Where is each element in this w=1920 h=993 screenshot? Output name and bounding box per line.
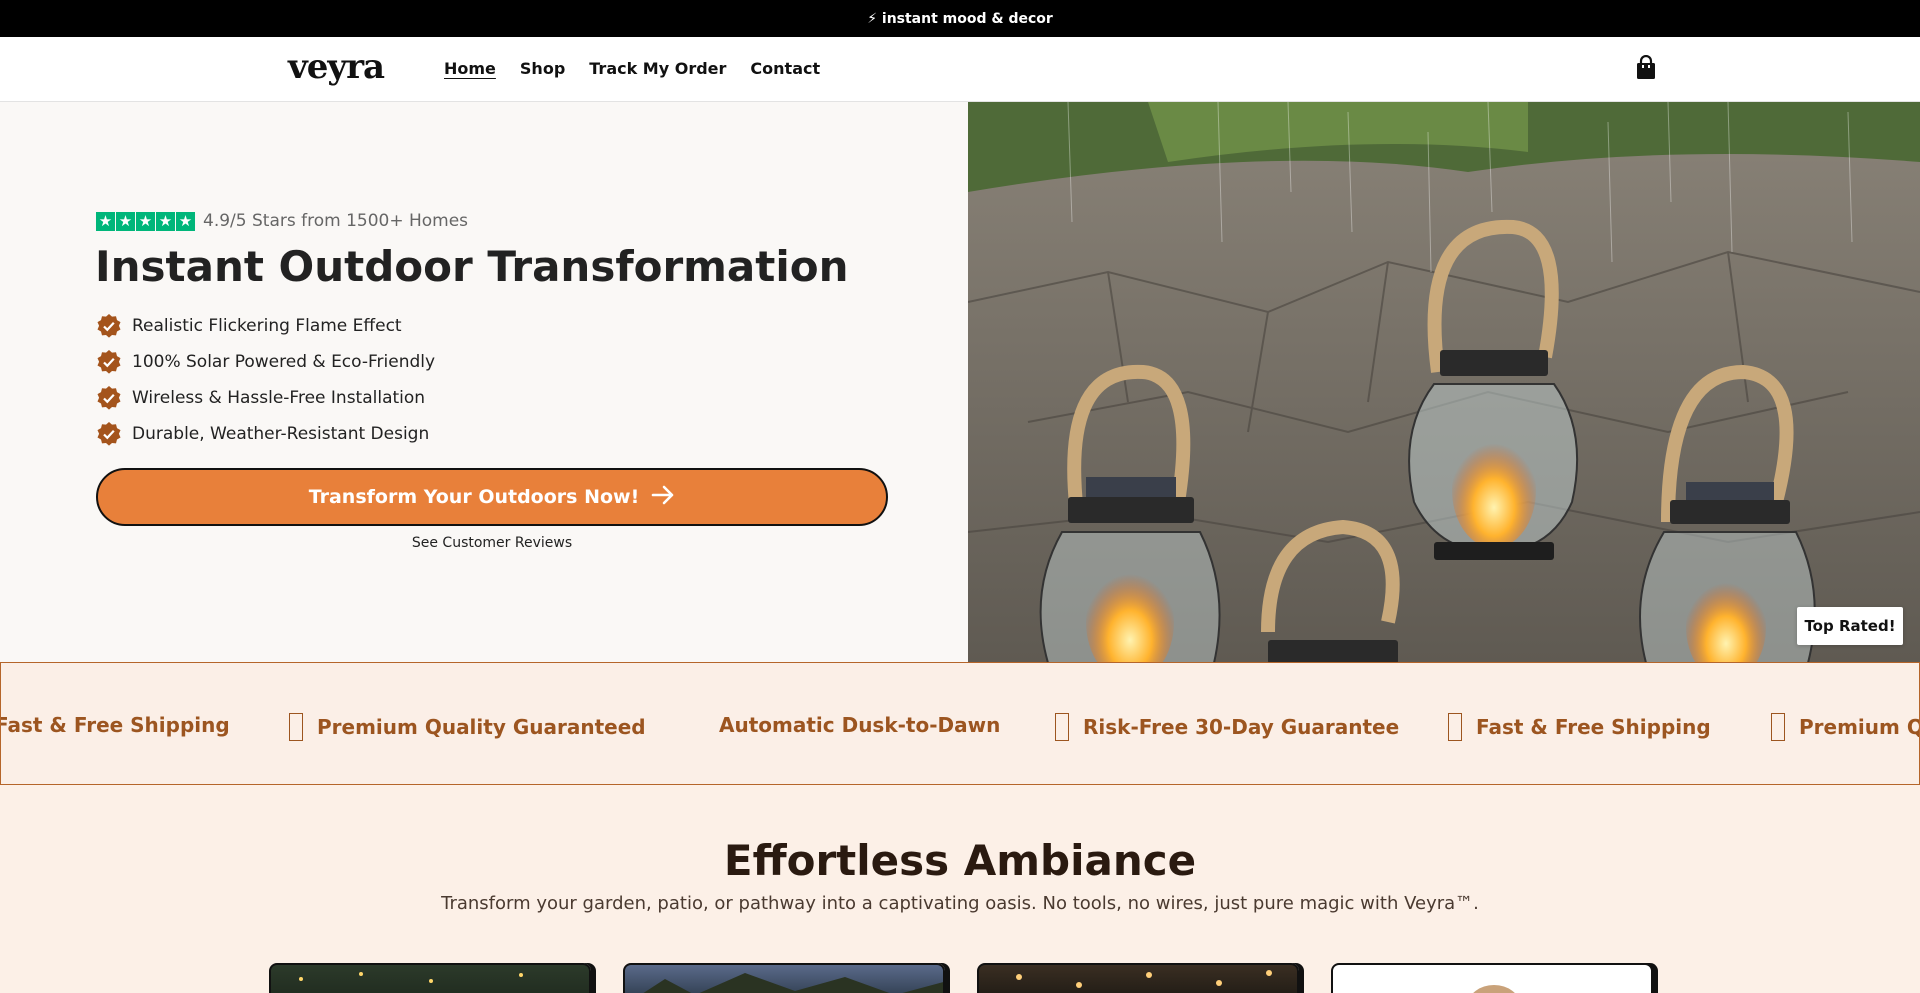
verified-check-icon bbox=[96, 385, 122, 411]
logo[interactable]: veyra bbox=[288, 47, 385, 87]
hourglass-icon bbox=[1055, 713, 1069, 741]
hourglass-icon bbox=[1771, 713, 1785, 741]
announcement-text: ⚡ instant mood & decor bbox=[867, 10, 1053, 27]
transform-outdoors-button[interactable]: Transform Your Outdoors Now! bbox=[96, 468, 888, 526]
ticker-text: Risk-Free 30-Day Guarantee bbox=[1083, 715, 1400, 739]
hourglass-icon bbox=[289, 713, 303, 741]
star-icon: ★ bbox=[176, 211, 195, 231]
verified-check-icon bbox=[96, 421, 122, 447]
star-icon: ★ bbox=[156, 211, 175, 231]
hourglass-icon bbox=[1448, 713, 1462, 741]
feature-item: Wireless & Hassle-Free Installation bbox=[96, 380, 435, 416]
rating-row: ★ ★ ★ ★ ★ 4.9/5 Stars from 1500+ Homes bbox=[96, 211, 468, 231]
ambiance-section bbox=[0, 785, 1920, 993]
verified-check-icon bbox=[96, 349, 122, 375]
see-reviews-link[interactable]: See Customer Reviews bbox=[96, 535, 888, 551]
benefits-ticker: Fast & Free Shipping Premium Quality Gua… bbox=[0, 662, 1920, 785]
star-icon: ★ bbox=[116, 211, 135, 231]
ambiance-card[interactable] bbox=[623, 963, 945, 993]
nav-contact[interactable]: Contact bbox=[750, 59, 820, 78]
ticker-item: Risk-Free 30-Day Guarantee bbox=[1055, 713, 1399, 741]
ambiance-card[interactable] bbox=[1331, 963, 1653, 993]
ticker-text: Automatic Dusk-to-Dawn bbox=[719, 713, 1001, 737]
hero-content: ★ ★ ★ ★ ★ 4.9/5 Stars from 1500+ Homes I… bbox=[0, 102, 968, 663]
ticker-text: Premium Qu bbox=[1799, 715, 1919, 739]
ticker-item: Automatic Dusk-to-Dawn bbox=[719, 713, 1000, 737]
feature-list: Realistic Flickering Flame Effect 100% S… bbox=[96, 308, 435, 452]
announcement-bar: ⚡ instant mood & decor bbox=[0, 0, 1920, 37]
ticker-item: Fast & Free Shipping bbox=[1448, 713, 1711, 741]
ambiance-card[interactable] bbox=[269, 963, 591, 993]
hero-title: Instant Outdoor Transformation bbox=[95, 242, 849, 291]
top-rated-badge: Top Rated! bbox=[1797, 607, 1903, 645]
ticker-item: Premium Quality Guaranteed bbox=[289, 713, 646, 741]
feature-item: 100% Solar Powered & Eco-Friendly bbox=[96, 344, 435, 380]
feature-text: Realistic Flickering Flame Effect bbox=[132, 316, 402, 336]
star-icon: ★ bbox=[96, 211, 115, 231]
feature-text: 100% Solar Powered & Eco-Friendly bbox=[132, 352, 436, 372]
ticker-text: Fast & Free Shipping bbox=[0, 713, 230, 737]
rating-text: 4.9/5 Stars from 1500+ Homes bbox=[203, 211, 469, 231]
feature-text: Wireless & Hassle-Free Installation bbox=[132, 388, 426, 408]
ambiance-card[interactable] bbox=[977, 963, 1299, 993]
nav-home[interactable]: Home bbox=[444, 59, 496, 78]
nav-track-order[interactable]: Track My Order bbox=[589, 59, 726, 78]
site-header: veyra Home Shop Track My Order Contact bbox=[0, 37, 1920, 102]
ticker-item: Premium Qu bbox=[1771, 713, 1919, 741]
trustpilot-stars: ★ ★ ★ ★ ★ bbox=[96, 211, 195, 231]
nav-shop[interactable]: Shop bbox=[520, 59, 565, 78]
arrow-right-icon bbox=[651, 485, 675, 510]
star-icon: ★ bbox=[136, 211, 155, 231]
cta-label: Transform Your Outdoors Now! bbox=[308, 486, 640, 508]
feature-text: Durable, Weather-Resistant Design bbox=[132, 424, 430, 444]
verified-check-icon bbox=[96, 313, 122, 339]
ambiance-title: Effortless Ambiance bbox=[723, 836, 1197, 885]
feature-item: Durable, Weather-Resistant Design bbox=[96, 416, 435, 452]
ticker-text: Fast & Free Shipping bbox=[1476, 715, 1711, 739]
hero-image bbox=[968, 102, 1920, 663]
ticker-item: Fast & Free Shipping bbox=[0, 713, 230, 737]
shopping-bag-icon[interactable] bbox=[1634, 54, 1658, 81]
main-nav: Home Shop Track My Order Contact bbox=[444, 59, 820, 78]
ambiance-subtitle: Transform your garden, patio, or pathway… bbox=[441, 893, 1479, 914]
feature-item: Realistic Flickering Flame Effect bbox=[96, 308, 435, 344]
ticker-text: Premium Quality Guaranteed bbox=[317, 715, 646, 739]
